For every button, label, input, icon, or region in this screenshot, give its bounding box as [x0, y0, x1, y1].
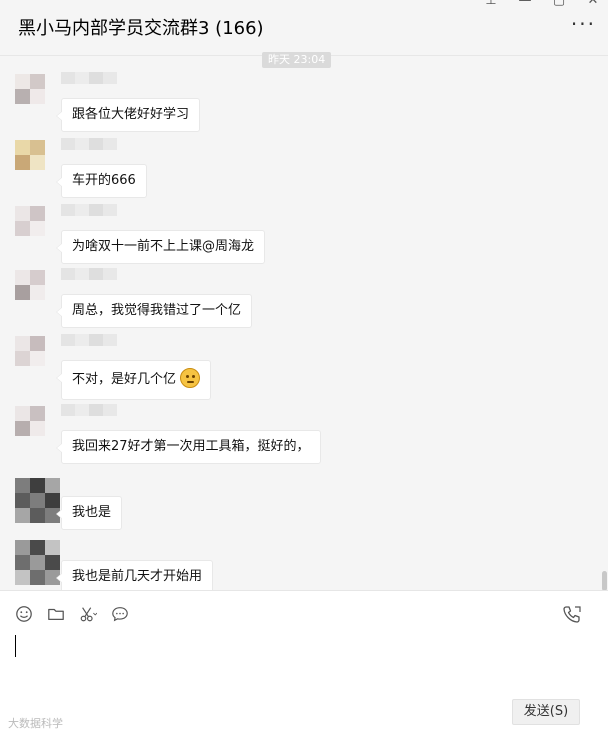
message-bubble[interactable]: 车开的666	[56, 164, 147, 198]
voice-call-icon[interactable]	[562, 604, 582, 624]
sender-name-blurred	[61, 204, 119, 216]
message-list[interactable]: 昨天 23:04 跟各位大佬好好学习 车开的666 为啥双十一前不上上课@周海龙…	[0, 48, 608, 590]
avatar[interactable]	[15, 270, 45, 300]
timestamp: 昨天 23:04	[262, 52, 332, 68]
chat-window: 黑小马内部学员交流群3 (166) ⊥ — ▢ ✕ ··· 昨天 23:04 跟…	[0, 0, 608, 735]
message-bubble[interactable]: 为啥双十一前不上上课@周海龙	[55, 230, 266, 264]
close-icon[interactable]: ✕	[576, 0, 608, 8]
emoji-icon[interactable]	[14, 604, 34, 624]
scrollbar-thumb[interactable]	[602, 571, 607, 590]
message-bubble[interactable]: 我也是前几天才开始用	[55, 560, 214, 590]
minimize-icon[interactable]: —	[508, 0, 542, 8]
avatar[interactable]	[15, 478, 60, 523]
avatar[interactable]	[15, 540, 60, 585]
maximize-icon[interactable]: ▢	[542, 0, 576, 8]
pin-icon[interactable]: ⊥	[474, 0, 508, 8]
sender-name-blurred	[61, 72, 119, 84]
window-controls: ⊥ — ▢ ✕	[474, 0, 608, 8]
scissors-icon[interactable]	[78, 604, 98, 624]
composer-toolbar	[14, 604, 130, 624]
avatar[interactable]	[15, 140, 45, 170]
message-text: 不对，是好几个亿	[72, 372, 177, 387]
message-bubble[interactable]: 周总，我觉得我错过了一个亿	[55, 294, 253, 328]
sender-name-blurred	[61, 404, 119, 416]
message-bubble[interactable]: 跟各位大佬好好学习	[55, 98, 201, 132]
watermark: 大数据科学	[8, 717, 63, 730]
sender-name-blurred	[61, 268, 119, 280]
message-bubble[interactable]: 我回来27好才第一次用工具箱，挺好的，	[56, 430, 321, 464]
folder-icon[interactable]	[46, 604, 66, 624]
send-button[interactable]: 发送(S)	[512, 699, 580, 725]
avatar[interactable]	[15, 206, 45, 236]
avatar[interactable]	[15, 406, 45, 436]
sender-name-blurred	[61, 334, 119, 346]
chat-bubble-icon[interactable]	[110, 604, 130, 624]
message-bubble[interactable]: 我也是	[55, 496, 123, 530]
more-options-icon[interactable]: ···	[571, 14, 596, 34]
avatar[interactable]	[15, 74, 45, 104]
avatar[interactable]	[15, 336, 45, 366]
thinking-emoji-icon	[180, 368, 201, 388]
sender-name-blurred	[61, 138, 119, 150]
message-bubble[interactable]: 不对，是好几个亿	[55, 360, 212, 400]
composer: 发送(S) 大数据科学	[0, 590, 608, 735]
text-cursor	[15, 635, 16, 657]
chat-title: 黑小马内部学员交流群3 (166)	[18, 18, 264, 39]
